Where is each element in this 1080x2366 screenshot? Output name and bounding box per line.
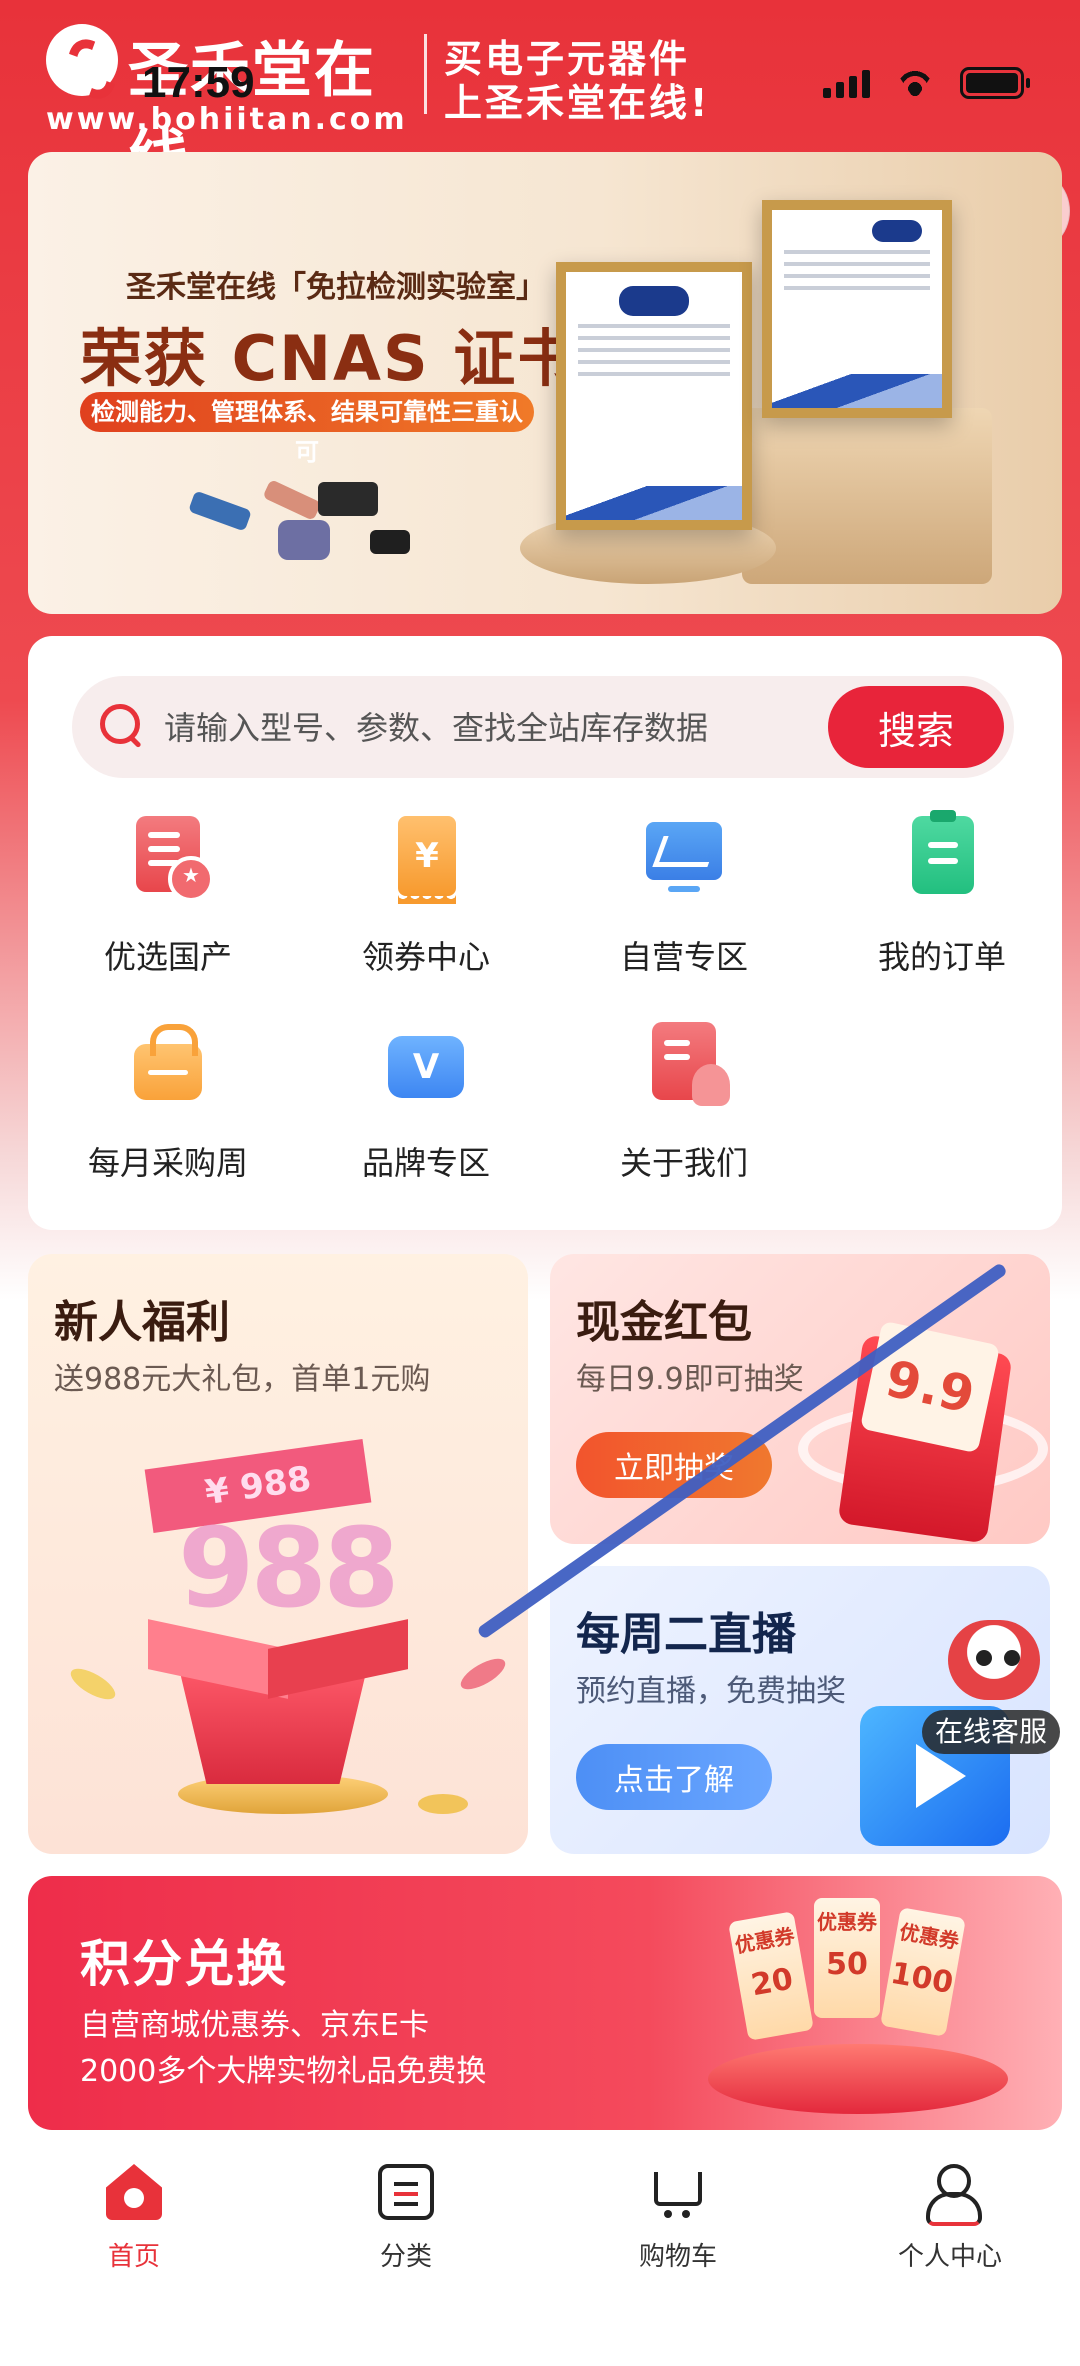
learn-more-button[interactable]: 点击了解 xyxy=(576,1744,772,1810)
slogan-line-2: 上圣禾堂在线! xyxy=(444,81,711,125)
tab-label: 个人中心 xyxy=(897,2242,1002,2272)
certificate-image xyxy=(762,200,952,418)
coupon-value: 20 xyxy=(748,1961,796,2004)
component-graphic xyxy=(262,479,322,521)
points-subtitle-1: 自营商城优惠券、京东E卡 xyxy=(80,2008,429,2043)
new-user-title: 新人福利 xyxy=(54,1297,230,1348)
customer-service-label[interactable]: 在线客服 xyxy=(922,1710,1060,1754)
battery-icon xyxy=(960,67,1030,99)
bottom-tab-bar: 首页 分类 购物车 个人中心 xyxy=(0,2140,1080,2366)
coupon-tag: 优惠券 xyxy=(897,1919,961,1954)
menu-item-label: 关于我们 xyxy=(619,1144,748,1182)
menu-item-label: 领券中心 xyxy=(361,938,490,976)
certificate-image xyxy=(556,262,752,530)
banner-pill: 检测能力、管理体系、结果可靠性三重认可 xyxy=(80,392,534,466)
monitor-chart-icon xyxy=(646,822,722,892)
points-subtitle-2: 2000多个大牌实物礼品免费换 xyxy=(80,2054,487,2089)
cash-red-packet-card[interactable]: 现金红包 每日9.9即可抽奖 立即抽奖 9.9 xyxy=(550,1254,1050,1544)
coin-graphic xyxy=(456,1652,510,1696)
status-time: 17:59 xyxy=(142,58,255,107)
menu-item-about-us[interactable]: 关于我们 xyxy=(564,1022,804,1202)
document-star-icon xyxy=(136,816,214,902)
cart-icon xyxy=(650,2164,706,2220)
app-header: 圣禾堂在线 www.bohiitan.com 买电子元器件 上圣禾堂在线! 17… xyxy=(0,0,1080,193)
menu-item-label: 我的订单 xyxy=(877,938,1006,976)
menu-item-label: 优选国产 xyxy=(103,938,232,976)
cnas-banner[interactable]: 圣禾堂在线「免拉检测实验室」 荣获 CNAS 证书 检测能力、管理体系、结果可靠… xyxy=(28,152,1062,614)
tab-cart[interactable]: 购物车 xyxy=(578,2164,778,2284)
red-packet-subtitle: 每日9.9即可抽奖 xyxy=(576,1362,804,1397)
menu-item-label: 品牌专区 xyxy=(361,1144,490,1182)
menu-item-my-orders[interactable]: 我的订单 xyxy=(822,810,1062,996)
coupon-card: 优惠券 100 xyxy=(880,1907,966,2037)
menu-item-self-operated[interactable]: 自营专区 xyxy=(564,816,804,996)
component-graphic xyxy=(188,490,252,532)
new-user-benefit-card[interactable]: 新人福利 送988元大礼包，首单1元购 ¥ 988 988 xyxy=(28,1254,528,1854)
user-icon xyxy=(922,2164,982,2226)
menu-item-preferred-domestic[interactable]: 优选国产 xyxy=(48,816,288,996)
live-title: 每周二直播 xyxy=(576,1609,796,1660)
status-icons xyxy=(823,66,1030,100)
header-divider xyxy=(424,34,427,114)
menu-item-monthly-purchase[interactable]: 每月采购周 xyxy=(48,1022,288,1202)
brand-v-icon: V xyxy=(388,1036,464,1098)
tab-home[interactable]: 首页 xyxy=(34,2164,234,2284)
coupon-card: 优惠券 50 xyxy=(814,1898,880,2018)
menu-item-coupon-center[interactable]: ¥ 领券中心 xyxy=(306,816,546,996)
order-clipboard-icon xyxy=(912,810,974,894)
points-title: 积分兑换 xyxy=(80,1935,288,1993)
component-graphic xyxy=(370,530,410,554)
banner-title: 荣获 CNAS 证书 xyxy=(80,322,582,395)
tab-label: 首页 xyxy=(107,2242,160,2272)
points-exchange-banner[interactable]: 积分兑换 自营商城优惠券、京东E卡 2000多个大牌实物礼品免费换 优惠券 20… xyxy=(28,1876,1062,2130)
wifi-icon xyxy=(892,66,938,100)
new-user-subtitle: 送988元大礼包，首单1元购 xyxy=(54,1362,431,1397)
category-icon xyxy=(378,2164,434,2220)
menu-item-brand-zone[interactable]: V 品牌专区 xyxy=(306,1022,546,1202)
tab-profile[interactable]: 个人中心 xyxy=(850,2164,1050,2284)
pedestal-graphic xyxy=(742,408,992,584)
menu-item-label: 每月采购周 xyxy=(87,1144,248,1182)
home-icon xyxy=(106,2164,162,2220)
shopping-bag-icon xyxy=(134,1024,202,1100)
logo-mark-icon xyxy=(46,24,118,96)
red-packet-title: 现金红包 xyxy=(576,1297,752,1348)
about-user-icon xyxy=(652,1022,730,1106)
coin-graphic xyxy=(418,1794,468,1814)
coupon-icon: ¥ xyxy=(398,816,456,904)
search-bar: 搜索 xyxy=(72,676,1014,778)
coupon-value: 50 xyxy=(826,1947,868,1982)
search-input[interactable] xyxy=(164,700,804,756)
tab-label: 购物车 xyxy=(638,2242,717,2272)
coupon-card: 优惠券 20 xyxy=(728,1911,814,2041)
live-subtitle: 预约直播，免费抽奖 xyxy=(576,1674,846,1709)
coupon-tag: 优惠券 xyxy=(733,1923,797,1958)
component-graphic xyxy=(278,520,330,560)
coin-graphic xyxy=(66,1662,120,1706)
gift-basket-graphic xyxy=(708,2044,1008,2114)
signal-icon xyxy=(823,68,870,98)
search-button[interactable]: 搜索 xyxy=(828,686,1004,768)
search-icon xyxy=(100,704,146,750)
main-card: 搜索 优选国产 ¥ 领券中心 自营专区 我的订单 每月采购周 V 品牌专区 关于… xyxy=(28,636,1062,1230)
banner-subtitle: 圣禾堂在线「免拉检测实验室」 xyxy=(126,270,546,305)
menu-item-label: 自营专区 xyxy=(619,938,748,976)
tab-label: 分类 xyxy=(379,2242,432,2272)
coupon-tag: 优惠券 xyxy=(817,1910,877,1934)
coupon-value: 100 xyxy=(887,1955,956,2002)
gift-box-illustration xyxy=(138,1594,408,1814)
tab-category[interactable]: 分类 xyxy=(306,2164,506,2284)
component-graphic xyxy=(318,482,378,516)
